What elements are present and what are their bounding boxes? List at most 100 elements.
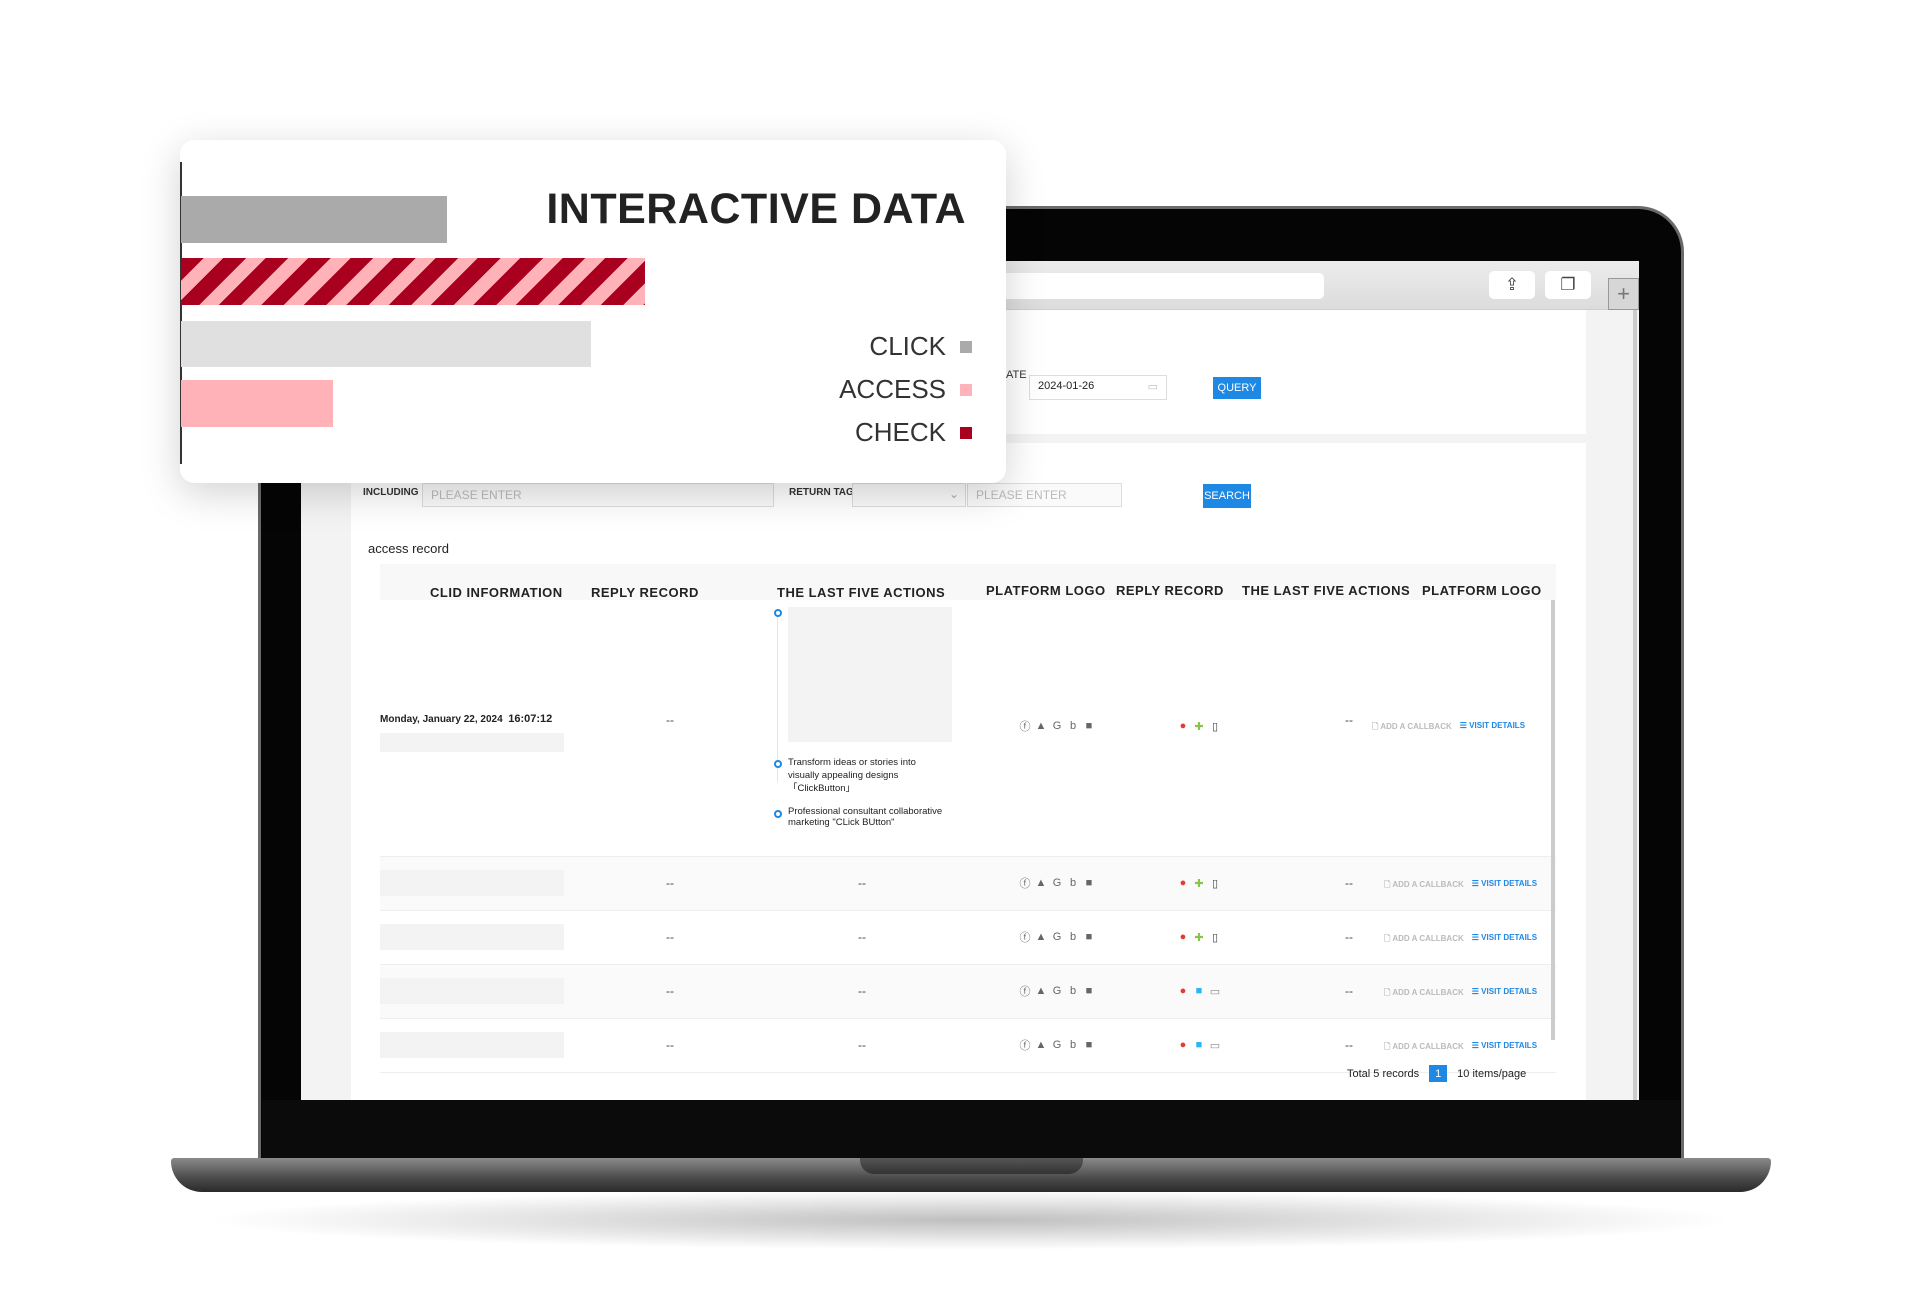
clid-placeholder [380,924,564,950]
calendar-icon: ▭ [1147,381,1158,393]
bing-icon: b [1069,1039,1077,1051]
page-1-button[interactable]: 1 [1429,1065,1448,1082]
google-icon: G [1052,931,1062,943]
return-tag-input[interactable]: PLEASE ENTER [967,483,1122,507]
action-text: Professional consultant collaborative ma… [788,806,943,828]
date-label: ATE [1006,369,1027,381]
timeline-dot [774,760,782,768]
row-date: Monday, January 22, 2024 16:07:12 [380,713,553,725]
bar-click-light [181,321,592,367]
add-callback-link[interactable]: 🗋 ADD A CALLBACK [1384,1041,1464,1055]
pagination: Total 5 records 1 10 items/page [1347,1065,1526,1082]
add-callback-link[interactable]: 🗋 ADD A CALLBACK [1384,987,1464,1001]
table-row: -- -- ⓕ ▲ Gb ■ ● ✚ ▯ -- 🗋 ADD A CALLBACK ☰ VI… [380,911,1556,965]
legend-access: ACCESS [839,374,972,405]
query-button[interactable]: QUERY [1213,377,1261,399]
google-icon: G [1052,1039,1062,1051]
return-tag-select[interactable]: ⌄ [852,483,966,507]
clid-placeholder [380,1032,564,1058]
tiktok-icon: ■ [1085,985,1093,997]
reply-record-2: -- [1345,984,1353,998]
return-tag-placeholder: PLEASE ENTER [976,488,1067,502]
facebook-icon: ⓕ [1019,932,1031,944]
chrome-icon: ● [1179,720,1187,732]
header-platform-logo: PLATFORM LOGO [986,583,1106,598]
share-icon: ⇪ [1504,275,1520,294]
legend-swatch [960,426,972,439]
chrome-icon: ● [1179,985,1187,997]
share-button[interactable]: ⇪ [1489,271,1535,299]
legend-check: CHECK [855,417,972,448]
total-records: Total 5 records [1347,1067,1420,1080]
legend-label: CLICK [869,331,946,361]
finder-icon: ■ [1195,985,1203,997]
including-input[interactable]: PLEASE ENTER [422,483,774,507]
reply-record-2: -- [1345,1038,1353,1052]
bing-icon: b [1069,877,1077,889]
records-panel: INCLUDING PLEASE ENTER RETURN TAG ⌄ PLEA… [351,443,1586,1100]
laptop-shadow [200,1190,1740,1250]
chrome-icon: ● [1179,877,1187,889]
device-icons: ● ■ ▭ [1177,1039,1221,1052]
android-icon: ✚ [1194,720,1204,733]
google-icon: G [1052,877,1062,889]
row-actions: 🗋 ADD A CALLBACK ☰ VISIT DETAILS [1384,987,1537,1001]
mobile-icon: ▯ [1211,931,1219,944]
visit-details-link[interactable]: ☰ VISIT DETAILS [1472,879,1537,893]
legend-swatch [960,383,972,396]
timeline-dot [774,609,782,617]
row-actions: 🗋 ADD A CALLBACK ☰ VISIT DETAILS [1384,879,1537,893]
new-tab-button[interactable]: + [1608,278,1639,310]
action-thumbnail [788,607,952,742]
visit-details-link[interactable]: ☰ VISIT DETAILS [1460,721,1525,735]
search-button[interactable]: SEARCH [1203,484,1251,508]
action-text: Transform ideas or stories into visually… [788,757,916,794]
device-icons: ● ✚ ▯ [1177,720,1221,733]
table-title: access record [368,541,449,556]
laptop-notch [860,1158,1083,1174]
reply-record: -- [666,984,674,998]
visit-details-link[interactable]: ☰ VISIT DETAILS [1472,987,1537,1001]
visit-details-link[interactable]: ☰ VISIT DETAILS [1472,1041,1537,1055]
desktop-icon: ▭ [1209,1039,1221,1052]
page-scrollbar[interactable] [1633,310,1637,1100]
add-callback-link[interactable]: 🗋 ADD A CALLBACK [1372,721,1452,735]
chrome-icon: ● [1179,1039,1187,1051]
timeline-line [777,612,778,782]
table-scrollbar[interactable] [1551,600,1555,1040]
date-input[interactable]: 2024-01-26 ▭ [1029,375,1167,400]
page-size-select[interactable]: 10 items/page [1457,1068,1526,1080]
clid-placeholder [380,870,564,896]
card-title: INTERACTIVE DATA [546,185,966,233]
tabs-button[interactable]: ❐ [1545,271,1591,299]
header-reply-record: REPLY RECORD [591,585,699,600]
adwords-icon: ▲ [1035,1039,1047,1051]
facebook-icon: ⓕ [1019,878,1031,890]
device-icons: ● ✚ ▯ [1177,931,1221,944]
reply-record: -- [666,713,674,727]
add-callback-link[interactable]: 🗋 ADD A CALLBACK [1384,933,1464,947]
adwords-icon: ▲ [1035,985,1047,997]
row-actions: 🗋 ADD A CALLBACK ☰ VISIT DETAILS [1384,933,1537,947]
adwords-icon: ▲ [1035,877,1047,889]
header-platform-logo-2: PLATFORM LOGO [1422,583,1542,598]
visit-details-link[interactable]: ☰ VISIT DETAILS [1472,933,1537,947]
date-value: 2024-01-26 [1038,380,1095,392]
facebook-icon: ⓕ [1019,1040,1031,1052]
row-actions: 🗋 ADD A CALLBACK ☰ VISIT DETAILS [1384,1041,1537,1055]
tiktok-icon: ■ [1085,1039,1093,1051]
table-row: -- -- ⓕ ▲ Gb ■ ● ■ ▭ -- 🗋 ADD A CALLBACK ☰ VI… [380,965,1556,1019]
header-reply-record-2: REPLY RECORD [1116,583,1224,598]
bing-icon: b [1069,720,1077,732]
return-tag-label: RETURN TAG [789,487,854,498]
chart-legend: CLICK ACCESS CHECK [839,331,972,448]
adwords-icon: ▲ [1035,931,1047,943]
interactive-data-card: INTERACTIVE DATA CLICK ACCESS CHECK [180,140,1006,483]
bar-click [181,196,447,243]
add-callback-link[interactable]: 🗋 ADD A CALLBACK [1384,879,1464,893]
last-five-actions: -- [858,930,866,944]
google-icon: G [1052,985,1062,997]
clid-placeholder [380,733,564,752]
header-last-five-actions: THE LAST FIVE ACTIONS [777,585,946,600]
platform-icons: ⓕ ▲ Gb ■ [1019,931,1095,944]
